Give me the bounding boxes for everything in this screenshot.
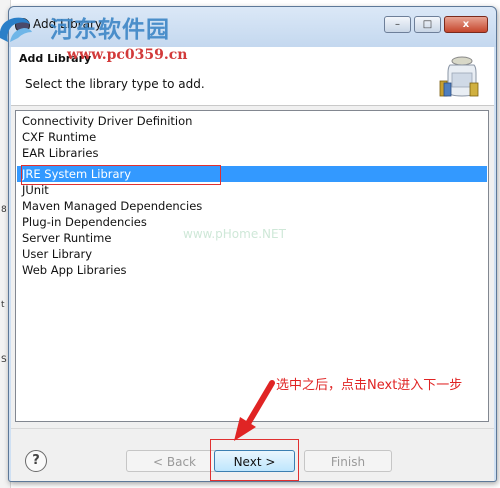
- watermark-url: www.pc0359.cn: [67, 47, 188, 63]
- list-item-user-library[interactable]: User Library: [17, 246, 487, 262]
- watermark-title: 河东软件园: [50, 16, 170, 43]
- close-button[interactable]: x: [444, 16, 488, 33]
- finish-button[interactable]: Finish: [304, 450, 392, 472]
- list-item-web-app-libraries[interactable]: Web App Libraries: [17, 262, 487, 278]
- annotation-text: 选中之后，点击Next进入下一步: [276, 378, 463, 393]
- next-highlight-box: [210, 439, 299, 481]
- annotation-arrow-icon: [234, 380, 275, 441]
- library-jar-icon: [439, 56, 479, 97]
- list-item-cxf-runtime[interactable]: CXF Runtime: [17, 129, 487, 145]
- list-item-maven-managed-dependencies[interactable]: Maven Managed Dependencies: [17, 198, 487, 214]
- bg-text: 8: [1, 205, 7, 215]
- back-button[interactable]: < Back: [126, 450, 223, 472]
- selection-highlight-box: [21, 165, 221, 185]
- maximize-button[interactable]: □: [414, 16, 441, 33]
- bg-text: S: [1, 355, 7, 365]
- list-item-connectivity-driver-definition[interactable]: Connectivity Driver Definition: [17, 113, 487, 129]
- watermark-faint-text: www.pHome.NET: [183, 227, 286, 241]
- window-controls: – □ x: [384, 16, 488, 33]
- watermark-logo-icon: [0, 17, 32, 42]
- bg-text: t: [1, 300, 5, 310]
- help-button[interactable]: ?: [25, 450, 47, 472]
- header-description: Select the library type to add.: [25, 77, 205, 91]
- list-item-ear-libraries[interactable]: EAR Libraries: [17, 145, 487, 161]
- minimize-button[interactable]: –: [384, 16, 411, 33]
